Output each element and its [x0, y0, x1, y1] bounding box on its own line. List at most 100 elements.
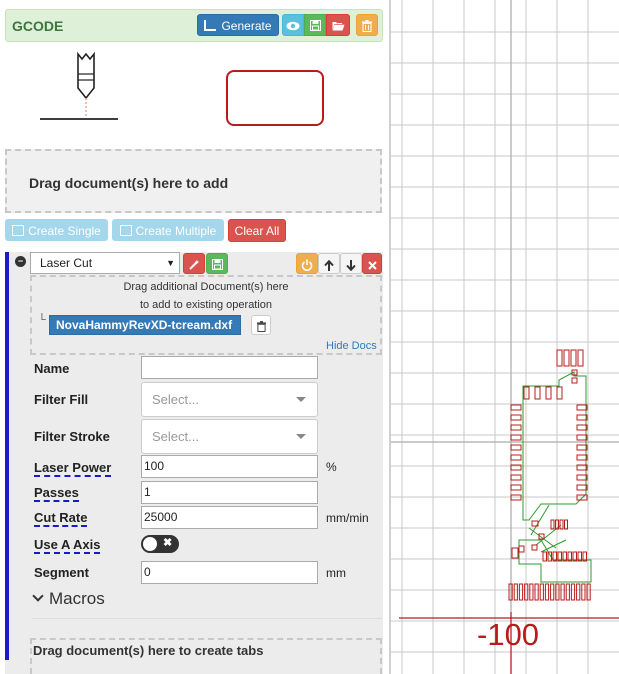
passes-input[interactable]: 1 — [141, 481, 318, 504]
pad — [550, 583, 555, 601]
filter-fill-label: Filter Fill — [34, 392, 89, 407]
pad — [510, 424, 522, 431]
cut-rate-label: Cut Rate — [34, 510, 88, 527]
remove-operation-button[interactable] — [362, 253, 382, 274]
magic-wand-button[interactable] — [183, 253, 205, 274]
segment-unit: mm — [326, 566, 346, 580]
workspace-viewer[interactable]: -100 — [391, 0, 619, 674]
workpiece-outline — [226, 70, 324, 126]
pad — [510, 414, 522, 421]
passes-label-text: Passes — [34, 485, 79, 502]
pad — [560, 583, 565, 601]
save-operation-button[interactable] — [206, 253, 228, 274]
pad — [510, 474, 522, 481]
gcode-title: GCODE — [12, 18, 64, 34]
operation-stripe — [5, 252, 9, 660]
move-down-button[interactable] — [340, 253, 362, 274]
save-gcode-button[interactable] — [304, 14, 326, 36]
create-single-icon — [12, 225, 25, 236]
create-single-button[interactable]: Create Single — [5, 219, 108, 241]
collapse-icon[interactable]: − — [15, 256, 26, 267]
pad — [556, 386, 563, 400]
pad — [586, 583, 591, 601]
dropdown-arrow-icon: ▼ — [166, 258, 175, 268]
pad — [577, 349, 584, 367]
laser-power-unit: % — [326, 460, 337, 474]
pad — [563, 349, 570, 367]
macros-toggle[interactable]: Macros — [32, 589, 105, 609]
pad — [510, 434, 522, 441]
tabs-dropzone[interactable]: Drag document(s) here to create tabs — [30, 638, 382, 674]
move-up-button[interactable] — [318, 253, 340, 274]
name-input[interactable] — [141, 356, 318, 379]
document-chip[interactable]: NovaHammyRevXD-tcream.dxf — [49, 315, 241, 335]
floppy-icon — [211, 259, 223, 270]
pad — [545, 386, 552, 400]
divider — [32, 618, 382, 619]
arrow-down-icon — [346, 260, 356, 272]
operation-type-select[interactable]: Laser Cut ▼ — [30, 252, 180, 274]
folder-open-icon — [332, 22, 344, 31]
segment-label: Segment — [34, 565, 89, 580]
arrow-up-icon — [324, 259, 334, 271]
filter-stroke-select[interactable]: Select... — [141, 419, 318, 454]
filter-fill-select[interactable]: Select... — [141, 382, 318, 417]
dropzone-text: Drag document(s) here to add — [29, 175, 229, 191]
eye-icon — [286, 21, 300, 31]
hide-docs-link[interactable]: Hide Docs — [326, 340, 377, 352]
dropdown-arrow-icon — [296, 434, 306, 439]
workspace-canvas[interactable] — [391, 0, 619, 674]
use-a-axis-label: Use A Axis — [34, 537, 101, 554]
remove-document-button[interactable] — [251, 315, 271, 335]
passes-label: Passes — [34, 485, 79, 502]
cut-rate-label-text: Cut Rate — [34, 510, 88, 527]
trash-icon — [256, 321, 266, 332]
close-icon — [367, 261, 377, 270]
create-multiple-icon — [119, 225, 132, 236]
power-icon — [301, 259, 313, 271]
tabs-dropzone-text: Drag document(s) here to create tabs — [33, 643, 264, 658]
toggle-off-icon: ✖ — [163, 537, 173, 549]
generate-button[interactable]: Generate — [197, 14, 279, 36]
documents-dropzone[interactable]: Drag document(s) here to add — [5, 149, 382, 213]
tree-connector-icon: └ — [38, 314, 46, 326]
chevron-down-icon — [32, 590, 44, 602]
cut-rate-input[interactable]: 25000 — [141, 506, 318, 529]
use-a-axis-toggle[interactable]: ✖ — [141, 535, 179, 553]
laser-power-input[interactable]: 100 — [141, 455, 318, 478]
toggle-operation-button[interactable] — [296, 253, 318, 274]
trash-icon — [362, 20, 372, 32]
pad — [510, 444, 522, 451]
segment-input[interactable]: 0 — [141, 561, 318, 584]
pad — [542, 551, 547, 562]
create-single-label: Create Single — [28, 224, 101, 238]
magic-wand-icon — [189, 259, 200, 270]
clear-all-button[interactable]: Clear All — [228, 219, 286, 242]
preview-button[interactable] — [282, 14, 304, 36]
pad — [576, 583, 581, 601]
pad — [518, 545, 525, 553]
create-multiple-button[interactable]: Create Multiple — [112, 219, 224, 241]
pad — [531, 544, 538, 551]
pad — [581, 583, 586, 601]
clear-gcode-button[interactable] — [356, 14, 378, 36]
docs-drop-line1: Drag additional Document(s) here — [123, 281, 289, 293]
pad — [539, 583, 544, 601]
name-label: Name — [34, 361, 70, 376]
docs-drop-line2: to add to existing operation — [139, 299, 273, 311]
open-gcode-button[interactable] — [326, 14, 350, 36]
pad — [571, 377, 578, 384]
filter-stroke-placeholder: Select... — [152, 429, 199, 444]
pad — [565, 583, 570, 601]
pad — [518, 583, 524, 601]
dropdown-arrow-icon — [296, 397, 306, 402]
pad — [510, 484, 522, 491]
laser-power-label-text: Laser Power — [34, 460, 112, 477]
pad — [570, 349, 577, 367]
clear-all-label: Clear All — [234, 224, 280, 238]
filter-fill-placeholder: Select... — [152, 392, 199, 407]
laser-head-icon — [40, 51, 118, 120]
toggle-knob — [143, 537, 157, 551]
macros-label: Macros — [49, 589, 105, 608]
pad — [510, 404, 522, 411]
